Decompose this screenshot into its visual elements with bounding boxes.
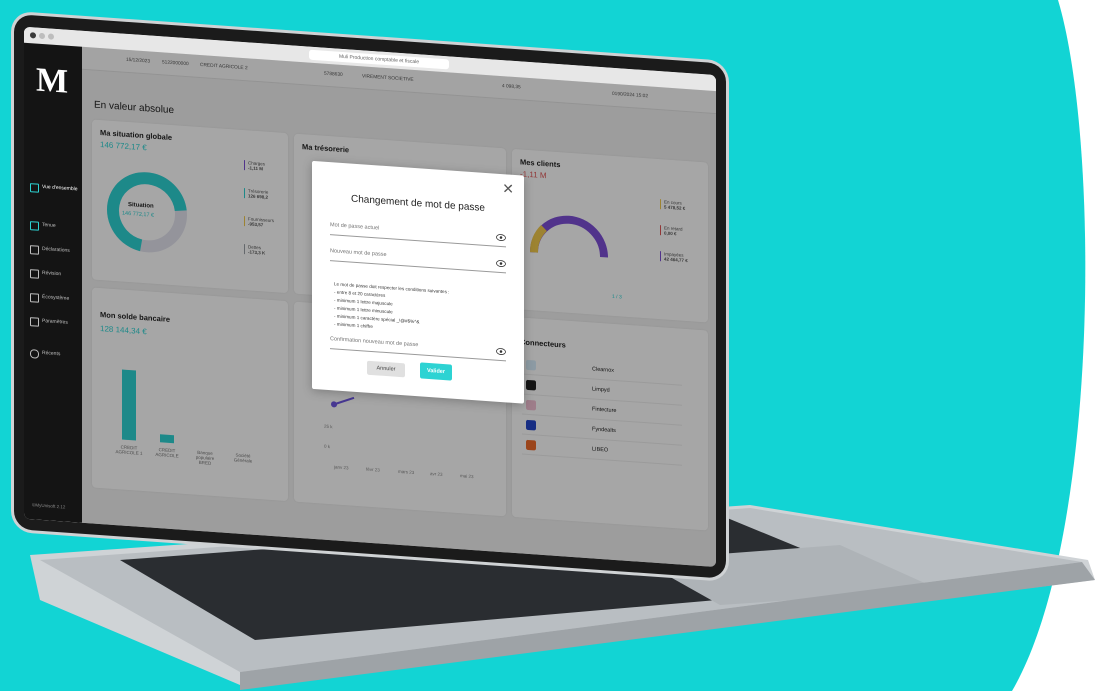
new-password-input[interactable] — [330, 248, 490, 266]
window-minimize-dot[interactable] — [39, 32, 45, 40]
confirm-password-field[interactable] — [330, 336, 506, 362]
sidebar-item-label: Révision — [42, 269, 62, 278]
sidebar-item-tenue[interactable]: Tenue — [24, 221, 82, 231]
current-password-input[interactable] — [330, 222, 490, 240]
laptop: Muli Production comptable et fiscale M V… — [0, 0, 1100, 691]
list-icon — [30, 269, 39, 279]
submit-button[interactable]: Valider — [420, 362, 452, 381]
sidebar-item-label: Tenue — [42, 221, 56, 229]
sidebar-item-label: Vue d'ensemble — [42, 183, 78, 193]
current-password-field[interactable] — [330, 222, 506, 248]
grid-icon — [30, 183, 39, 193]
modal-title: Changement de mot de passe — [351, 193, 485, 214]
sidebar: M Vue d'ensemble Tenue Déclarations Révi… — [24, 42, 82, 523]
sidebar-item-label: Paramètres — [42, 317, 68, 326]
confirm-password-input[interactable] — [330, 336, 490, 354]
new-password-field[interactable] — [330, 248, 506, 274]
password-rules: Le mot de passe doit respecter les condi… — [334, 280, 510, 340]
sidebar-item-label: Déclarations — [42, 245, 70, 254]
eye-icon[interactable] — [496, 348, 506, 356]
app-logo[interactable]: M — [36, 62, 68, 102]
close-icon[interactable]: ✕ — [502, 180, 514, 198]
columns-icon — [30, 221, 39, 231]
main-content: 15/12/2023 5122000000 CREDIT AGRICOLE 2 … — [82, 46, 716, 568]
sidebar-item-label: Récents — [42, 349, 61, 358]
window-close-dot[interactable] — [30, 32, 36, 39]
sidebar-item-vue-ensemble[interactable]: Vue d'ensemble — [24, 183, 82, 203]
sidebar-item-recents[interactable]: Récents — [24, 349, 82, 359]
sidebar-item-ecosysteme[interactable]: Écosystème — [24, 293, 82, 303]
change-password-modal: ✕ Changement de mot de passe Le mot de p… — [312, 160, 524, 404]
screen-bezel: Muli Production comptable et fiscale M V… — [14, 14, 726, 579]
eye-icon[interactable] — [496, 234, 506, 242]
undo-icon — [30, 349, 39, 359]
window-zoom-dot[interactable] — [48, 33, 54, 40]
sidebar-item-parametres[interactable]: Paramètres — [24, 317, 82, 327]
cancel-button[interactable]: Annuler — [367, 360, 405, 378]
eye-icon[interactable] — [496, 260, 506, 268]
sidebar-item-declarations[interactable]: Déclarations — [24, 245, 82, 255]
cart-icon — [30, 293, 39, 303]
file-icon — [30, 245, 39, 255]
sliders-icon — [30, 317, 39, 327]
sidebar-item-revision[interactable]: Révision — [24, 269, 82, 279]
copyright: ©MyUnisoft 2.12 — [32, 502, 66, 510]
app-window: Muli Production comptable et fiscale M V… — [24, 26, 716, 568]
sidebar-item-label: Écosystème — [42, 293, 70, 302]
